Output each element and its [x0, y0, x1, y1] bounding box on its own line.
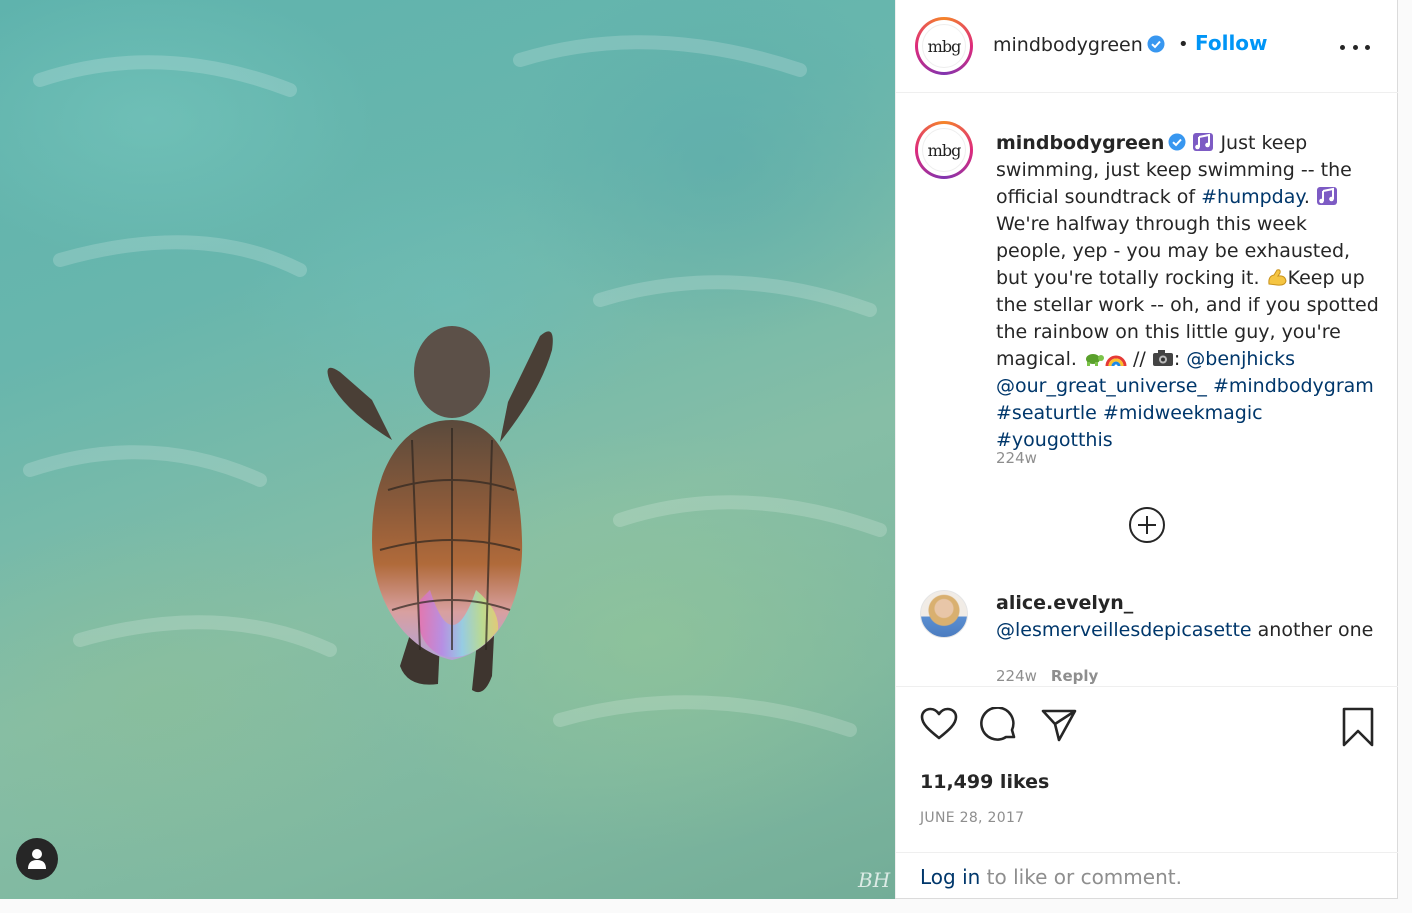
commenter-username[interactable]: alice.evelyn_	[996, 592, 1133, 614]
comment-meta: 224w Reply	[996, 667, 1098, 685]
tagged-users-button[interactable]	[16, 838, 58, 880]
save-bookmark-icon[interactable]	[1341, 707, 1375, 747]
like-heart-icon[interactable]	[920, 707, 958, 741]
share-send-icon[interactable]	[1040, 707, 1078, 743]
post-side-panel: mbg mindbodygreen • Follow mbg mindbodyg…	[895, 0, 1398, 898]
author-username-text[interactable]: mindbodygreen	[993, 34, 1143, 56]
caption-avatar-logo: mbg	[922, 128, 966, 172]
hashtag-seaturtle[interactable]: #seaturtle	[996, 402, 1097, 424]
camera-emoji	[1152, 350, 1173, 366]
post-caption: mindbodygreen Just keep swimming, just k…	[996, 130, 1381, 454]
instagram-post: BH mbg mindbodygreen • Follow mbg mindbo…	[0, 0, 1398, 899]
author-username[interactable]: mindbodygreen	[993, 34, 1165, 56]
login-suffix: to like or comment.	[980, 865, 1182, 889]
hashtag-yougotthis[interactable]: #yougotthis	[996, 429, 1113, 451]
verified-badge-icon	[1147, 35, 1165, 53]
post-actions: 11,499 likes JUNE 28, 2017	[896, 686, 1398, 852]
turtle-emoji	[1085, 354, 1104, 366]
comment-bubble-icon[interactable]	[980, 707, 1018, 743]
header-separator: •	[1178, 34, 1189, 55]
hashtag-mindbodygram[interactable]: #mindbodygram	[1213, 375, 1374, 397]
mention-our-great-universe[interactable]: @our_great_universe_	[996, 375, 1207, 397]
author-avatar[interactable]: mbg	[915, 17, 973, 75]
caption-author-avatar[interactable]: mbg	[915, 121, 973, 179]
hashtag-humpday[interactable]: #humpday	[1201, 186, 1304, 208]
musical-notes-emoji	[1193, 133, 1214, 151]
photo-watermark: BH	[858, 868, 891, 892]
post-header: mbg mindbodygreen • Follow	[896, 0, 1398, 93]
rainbow-emoji	[1105, 355, 1127, 367]
caption-text-6: :	[1173, 348, 1187, 370]
caption-username[interactable]: mindbodygreen	[996, 132, 1164, 154]
musical-notes-emoji	[1317, 187, 1338, 205]
flexed-biceps-emoji	[1267, 269, 1287, 286]
login-link[interactable]: Log in	[920, 865, 980, 889]
reply-button[interactable]: Reply	[1051, 667, 1098, 685]
mention-benjhicks[interactable]: @benjhicks	[1186, 348, 1295, 370]
comment-body: another one	[1257, 619, 1374, 641]
caption-timestamp[interactable]: 224w	[996, 449, 1037, 467]
login-prompt: Log in to like or comment.	[896, 852, 1398, 898]
user-icon	[28, 849, 46, 869]
follow-button[interactable]: Follow	[1195, 31, 1268, 55]
comment-timestamp[interactable]: 224w	[996, 667, 1037, 685]
comment: alice.evelyn_ @lesmerveillesdepicasette …	[996, 590, 1381, 644]
load-more-comments-icon[interactable]	[1129, 507, 1165, 543]
more-options-icon[interactable]	[1340, 35, 1370, 59]
comments-section[interactable]: mbg mindbodygreen Just keep swimming, ju…	[896, 93, 1398, 686]
post-photo[interactable]: BH	[0, 0, 895, 899]
caption-text-5: //	[1126, 348, 1152, 370]
likes-count[interactable]: 11,499 likes	[920, 771, 1049, 793]
post-date: JUNE 28, 2017	[920, 810, 1025, 826]
author-avatar-logo: mbg	[922, 24, 966, 68]
comment-mention[interactable]: @lesmerveillesdepicasette	[996, 619, 1252, 641]
caption-text-2: .	[1303, 186, 1317, 208]
commenter-avatar[interactable]	[920, 590, 968, 638]
sea-turtle-illustration	[23, 35, 887, 737]
verified-badge-icon	[1168, 133, 1186, 151]
hashtag-midweekmagic[interactable]: #midweekmagic	[1103, 402, 1263, 424]
